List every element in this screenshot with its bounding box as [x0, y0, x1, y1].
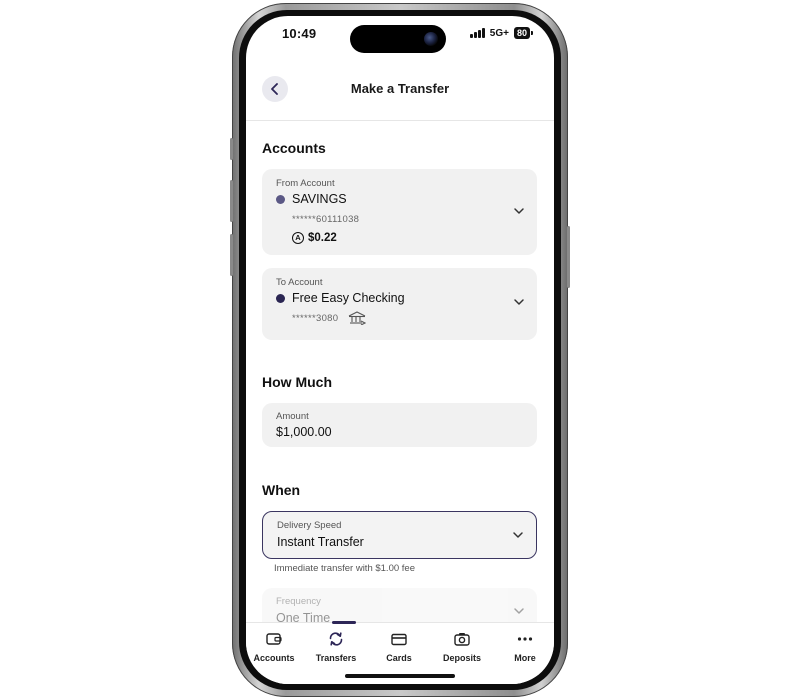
bank-icon: [348, 311, 366, 325]
available-balance-icon: A: [292, 232, 304, 244]
header-divider: [246, 120, 554, 121]
how-much-section-title: How Much: [262, 374, 332, 390]
nav-accounts-label: Accounts: [253, 653, 295, 663]
more-dots-icon: [517, 637, 533, 641]
amount-field[interactable]: Amount $1,000.00: [262, 403, 537, 447]
from-account-label: From Account: [276, 178, 335, 189]
transfer-arrows-icon: [329, 632, 343, 646]
card-icon: [391, 633, 407, 645]
nav-accounts[interactable]: Accounts: [246, 631, 305, 663]
status-time: 10:49: [282, 26, 317, 41]
when-section-title: When: [262, 482, 301, 498]
battery-icon: 80: [513, 27, 534, 39]
from-account-balance-value: $0.22: [308, 232, 337, 244]
nav-transfers-label: Transfers: [315, 653, 357, 663]
chevron-down-icon: [514, 299, 524, 305]
from-account-dot: [276, 195, 285, 204]
dynamic-island: [350, 25, 446, 53]
status-indicators: 5G+ 80: [469, 27, 534, 39]
to-account-number: ******3080: [292, 313, 339, 324]
amount-label: Amount: [276, 411, 309, 422]
active-tab-indicator: [332, 621, 356, 624]
from-account-balance: A $0.22: [292, 232, 337, 244]
nav-cards[interactable]: Cards: [368, 631, 430, 663]
phone-volume-down: [230, 234, 233, 276]
network-type: 5G+: [489, 27, 509, 39]
nav-more[interactable]: More: [494, 631, 554, 663]
camera-icon: [454, 633, 470, 646]
delivery-speed-select[interactable]: Delivery Speed Instant Transfer: [262, 511, 537, 559]
amount-value: $1,000.00: [276, 425, 332, 439]
from-account-selector[interactable]: From Account SAVINGS ******60111038 A $0…: [262, 169, 537, 255]
chevron-down-icon: [514, 208, 524, 214]
frequency-label: Frequency: [276, 596, 321, 607]
home-indicator: [345, 674, 455, 678]
delivery-speed-label: Delivery Speed: [277, 520, 342, 531]
to-account-label: To Account: [276, 277, 323, 288]
phone-side-button: [230, 138, 233, 160]
nav-deposits[interactable]: Deposits: [431, 631, 493, 663]
to-account-name: Free Easy Checking: [292, 291, 405, 305]
phone-volume-up: [230, 180, 233, 222]
nav-transfers[interactable]: Transfers: [305, 631, 367, 663]
delivery-speed-helper: Immediate transfer with $1.00 fee: [274, 563, 415, 574]
nav-cards-label: Cards: [386, 653, 412, 663]
nav-more-label: More: [514, 653, 536, 663]
nav-deposits-label: Deposits: [442, 653, 481, 663]
wallet-icon: [266, 633, 282, 645]
from-account-number: ******60111038: [292, 214, 360, 225]
accounts-section-title: Accounts: [262, 140, 326, 156]
app-screen: 10:49 5G+ 80 Make a Transfer Accounts Fr…: [246, 16, 554, 684]
page-title: Make a Transfer: [350, 81, 450, 96]
from-account-name: SAVINGS: [292, 192, 347, 206]
to-account-selector[interactable]: To Account Free Easy Checking ******3080: [262, 268, 537, 340]
phone-power-button: [567, 226, 570, 288]
signal-icon: [469, 28, 485, 38]
front-camera: [424, 32, 438, 46]
to-account-dot: [276, 294, 285, 303]
delivery-speed-value: Instant Transfer: [277, 535, 364, 549]
chevron-down-icon: [513, 532, 523, 538]
chevron-down-icon: [514, 608, 524, 614]
